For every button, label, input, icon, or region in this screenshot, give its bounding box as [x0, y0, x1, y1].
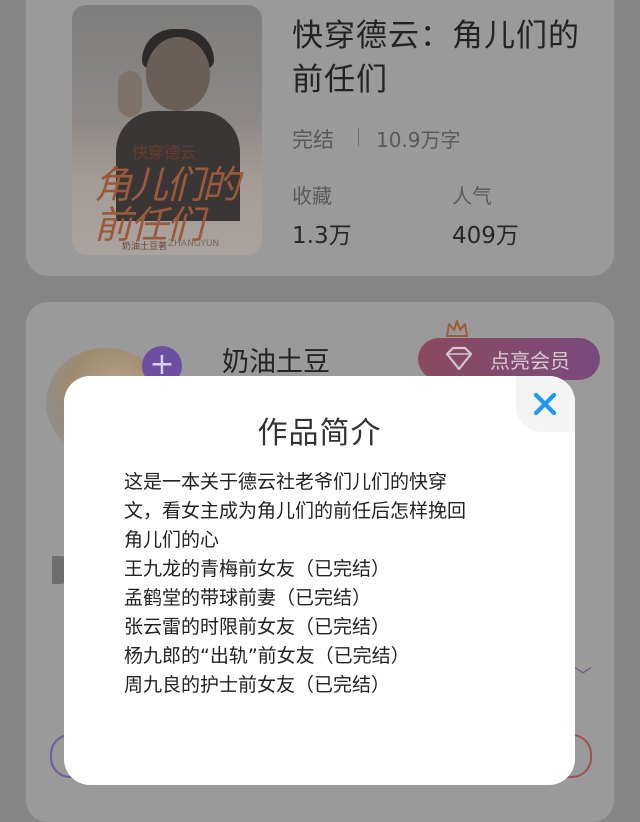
intro-line: 杨九郎的“出轨”前女友（已完结） [124, 645, 410, 667]
dialog-title: 作品简介 [257, 416, 382, 451]
book-cover[interactable]: 快穿德云 角儿们的前任们 奶油土豆著 ZHANGYUN [72, 5, 262, 255]
intro-line: 王九龙的青梅前女友（已完结） [124, 558, 391, 580]
popularity-label: 人气 [452, 184, 492, 208]
diamond-icon [445, 346, 473, 371]
word-count: 10.9万字 [376, 128, 461, 152]
favorites-value: 1.3万 [292, 223, 352, 249]
intro-text: 这是一本关于德云社老爷们儿们的快穿 文，看女主成为角儿们的前任后怎样挽回 角儿们… [124, 468, 514, 700]
book-title: 快穿德云：角儿们的前任们 [292, 18, 580, 98]
intro-line: 张云雷的时限前女友（已完结） [124, 616, 391, 638]
status-divider [358, 128, 359, 146]
popularity-value: 409万 [452, 223, 519, 249]
favorites-label: 收藏 [292, 184, 332, 208]
cover-author-text: 奶油土豆著 [122, 242, 168, 252]
cover-figure-hand [118, 71, 142, 117]
vip-label: 点亮会员 [490, 349, 570, 373]
intro-line: 孟鹤堂的带球前妻（已完结） [124, 587, 372, 609]
intro-line: 角儿们的心 [124, 529, 220, 551]
book-status: 完结 [292, 128, 334, 152]
cover-tag-text: ZHANGYUN [168, 239, 220, 249]
cover-series-text: 快穿德云 [132, 143, 197, 162]
intro-line: 文，看女主成为角儿们的前任后怎样挽回 [124, 500, 467, 522]
author-name[interactable]: 奶油土豆 [222, 340, 330, 379]
cover-title-text: 角儿们的前任们 [94, 163, 240, 247]
crown-icon [446, 320, 468, 337]
vip-button[interactable]: 点亮会员 [418, 338, 600, 380]
intro-dialog: 作品简介 这是一本关于德云社老爷们儿们的快穿 文，看女主成为角儿们的前任后怎样挽… [64, 376, 575, 785]
cover-figure-head [146, 37, 210, 111]
intro-line: 这是一本关于德云社老爷们儿们的快穿 [124, 471, 448, 493]
intro-line: 周九良的护士前女友（已完结） [124, 674, 391, 696]
chevron-down-icon: ﹀ [574, 666, 592, 687]
